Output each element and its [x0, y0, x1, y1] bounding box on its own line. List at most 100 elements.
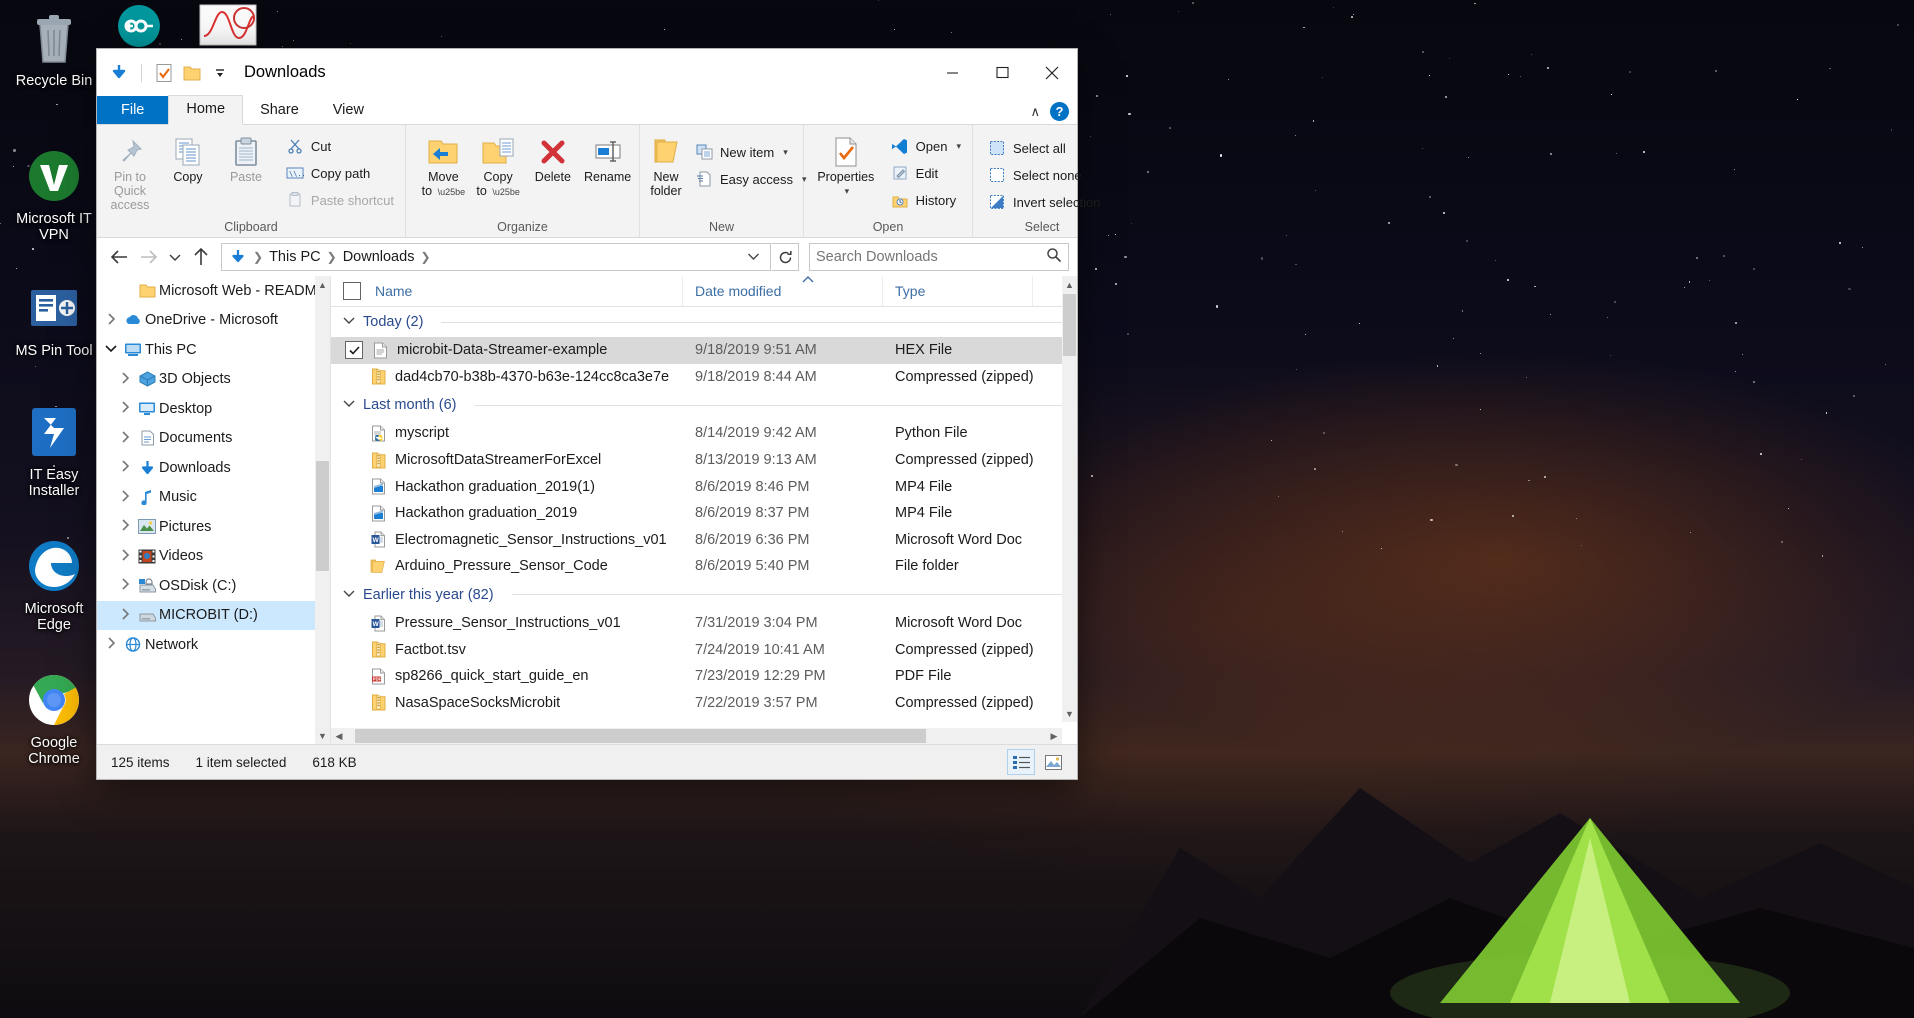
new-folder-button[interactable]: Newfolder	[648, 130, 684, 202]
nav-expander-chevron-icon[interactable]	[101, 637, 121, 652]
file-explorer-window[interactable]: Downloads File Home Share View ∧ ?	[97, 49, 1077, 779]
quick-access-toolbar[interactable]	[107, 61, 232, 85]
breadcrumb[interactable]: ❯ This PC ❯ Downloads ❯	[221, 243, 771, 271]
nav-expander-chevron-icon[interactable]	[115, 608, 135, 623]
desktop-icon-microsoft-edge[interactable]: Microsoft Edge	[8, 538, 100, 633]
nav-expander-chevron-icon[interactable]	[115, 490, 135, 505]
paste-shortcut-button[interactable]: Paste shortcut	[281, 188, 399, 212]
hscroll-thumb[interactable]	[355, 729, 926, 743]
easy-access-button[interactable]: Easy access ▾	[690, 167, 812, 191]
edit-button[interactable]: Edit	[886, 161, 966, 185]
refresh-button[interactable]	[772, 243, 799, 271]
nav-scroll-up-arrow[interactable]: ▲	[315, 276, 330, 293]
group-collapse-chevron-icon[interactable]	[343, 316, 355, 328]
tab-view[interactable]: View	[316, 96, 381, 124]
ribbon-toolbar[interactable]: Pin to Quick access Copy Paste	[97, 125, 1077, 238]
column-header-row[interactable]: Name Date modified Type	[331, 276, 1077, 307]
details-view-button[interactable]	[1007, 749, 1035, 775]
paste-button[interactable]: Paste	[217, 130, 275, 188]
maximize-button[interactable]	[977, 49, 1027, 96]
nav-expander-chevron-icon[interactable]	[115, 519, 135, 534]
row-checkbox[interactable]	[345, 369, 361, 385]
view-mode-buttons[interactable]	[1007, 749, 1067, 775]
table-row[interactable]: WElectromagnetic_Sensor_Instructions_v01…	[331, 527, 1077, 554]
new-item-chevron-down-icon[interactable]: ▾	[783, 147, 788, 158]
row-checkbox[interactable]	[345, 479, 361, 495]
nav-expander-chevron-icon[interactable]	[115, 401, 135, 416]
table-row[interactable]: PDFsp8266_quick_start_guide_en7/23/2019 …	[331, 663, 1077, 690]
table-row[interactable]: MicrosoftDataStreamerForExcel8/13/2019 9…	[331, 447, 1077, 474]
cut-button[interactable]: Cut	[281, 134, 399, 158]
nav-item-pictures[interactable]: Pictures	[97, 512, 330, 542]
table-row[interactable]: WPressure_Sensor_Instructions_v017/31/20…	[331, 610, 1077, 637]
row-checkbox[interactable]	[345, 642, 361, 658]
tab-file[interactable]: File	[97, 96, 168, 124]
nav-scroll-down-arrow[interactable]: ▼	[315, 727, 330, 744]
nav-item-videos[interactable]: Videos	[97, 542, 330, 572]
group-header-earlier-this-year[interactable]: Earlier this year (82)	[331, 580, 1077, 610]
nav-expander-chevron-icon[interactable]	[101, 344, 121, 356]
minimize-button[interactable]	[927, 49, 977, 96]
file-name-cell[interactable]: WElectromagnetic_Sensor_Instructions_v01	[331, 530, 683, 550]
file-list-vertical-scrollbar[interactable]: ▲ ▼	[1062, 276, 1077, 722]
nav-expander-chevron-icon[interactable]	[115, 372, 135, 387]
tab-home[interactable]: Home	[168, 95, 243, 125]
row-checkbox[interactable]	[345, 425, 361, 441]
nav-item-desktop[interactable]: Desktop	[97, 394, 330, 424]
column-header-name[interactable]: Name	[331, 276, 683, 306]
breadcrumb-downloads-icon[interactable]	[226, 249, 250, 265]
large-icons-view-button[interactable]	[1039, 749, 1067, 775]
nav-item-documents[interactable]: Documents	[97, 424, 330, 454]
desktop-icon-it-easy-installer[interactable]: IT Easy Installer	[8, 404, 100, 499]
select-none-button[interactable]: Select none	[983, 163, 1105, 187]
file-rows-container[interactable]: Today (2)microbit-Data-Streamer-example9…	[331, 307, 1077, 744]
file-name-cell[interactable]: microbit-Data-Streamer-example	[331, 340, 683, 360]
group-collapse-chevron-icon[interactable]	[343, 589, 355, 601]
table-row[interactable]: Hackathon graduation_20198/6/2019 8:37 P…	[331, 500, 1077, 527]
nav-expander-chevron-icon[interactable]	[115, 578, 135, 593]
search-icon[interactable]	[1046, 247, 1062, 267]
nav-expander-chevron-icon[interactable]	[115, 460, 135, 475]
address-bar-row[interactable]: ❯ This PC ❯ Downloads ❯ Search Downloads	[97, 238, 1077, 276]
file-list-pane[interactable]: Name Date modified Type Today (2)microbi…	[330, 276, 1077, 744]
list-scroll-thumb[interactable]	[1063, 294, 1076, 356]
open-button[interactable]: Open ▾	[886, 134, 966, 158]
customize-qat-chevron-down-icon[interactable]	[208, 61, 232, 85]
nav-item-microbit-d[interactable]: MICROBIT (D:)	[97, 601, 330, 631]
select-all-checkbox[interactable]	[343, 282, 361, 300]
desktop-icon-recycle-bin[interactable]: Recycle Bin	[8, 10, 100, 89]
row-checkbox-checked[interactable]	[345, 341, 363, 359]
desktop-icon-ms-pin-tool[interactable]: MS Pin Tool	[8, 280, 100, 359]
row-checkbox[interactable]	[345, 558, 361, 574]
row-checkbox[interactable]	[345, 452, 361, 468]
properties-checkmark-icon[interactable]	[152, 61, 176, 85]
row-checkbox[interactable]	[345, 695, 361, 711]
properties-button[interactable]: Properties ▾	[812, 130, 880, 202]
navigation-scrollbar[interactable]: ▲ ▼	[315, 276, 330, 744]
breadcrumb-downloads[interactable]: Downloads	[340, 249, 418, 265]
tab-share[interactable]: Share	[243, 96, 316, 124]
hscroll-track[interactable]	[347, 728, 1046, 744]
downloads-arrow-icon[interactable]	[107, 61, 131, 85]
table-row[interactable]: Arduino_Pressure_Sensor_Code8/6/2019 5:4…	[331, 553, 1077, 580]
window-caption-buttons[interactable]	[927, 49, 1077, 96]
invert-selection-button[interactable]: Invert selection	[983, 190, 1105, 214]
row-checkbox[interactable]	[345, 615, 361, 631]
row-checkbox[interactable]	[345, 505, 361, 521]
nav-expander-chevron-icon[interactable]	[115, 431, 135, 446]
file-list-horizontal-scrollbar[interactable]: ◀ ▶	[331, 728, 1062, 744]
nav-item-network[interactable]: Network	[97, 630, 330, 660]
nav-item-microsoft-web-readme[interactable]: Microsoft Web - README	[97, 276, 330, 306]
file-name-cell[interactable]: Hackathon graduation_2019(1)	[331, 477, 683, 497]
nav-item-this-pc[interactable]: This PC	[97, 335, 330, 365]
row-checkbox[interactable]	[345, 532, 361, 548]
table-row[interactable]: Hackathon graduation_2019(1)8/6/2019 8:4…	[331, 473, 1077, 500]
column-header-date-modified[interactable]: Date modified	[683, 276, 883, 306]
breadcrumb-this-pc[interactable]: This PC	[266, 249, 324, 265]
rename-button[interactable]: Rename	[580, 130, 635, 188]
graph-app-icon[interactable]	[197, 2, 259, 48]
list-scroll-left-arrow[interactable]: ◀	[331, 728, 347, 744]
nav-expander-chevron-icon[interactable]	[115, 549, 135, 564]
properties-chevron-down-icon[interactable]: ▾	[845, 184, 850, 198]
file-name-cell[interactable]: Hackathon graduation_2019	[331, 503, 683, 523]
